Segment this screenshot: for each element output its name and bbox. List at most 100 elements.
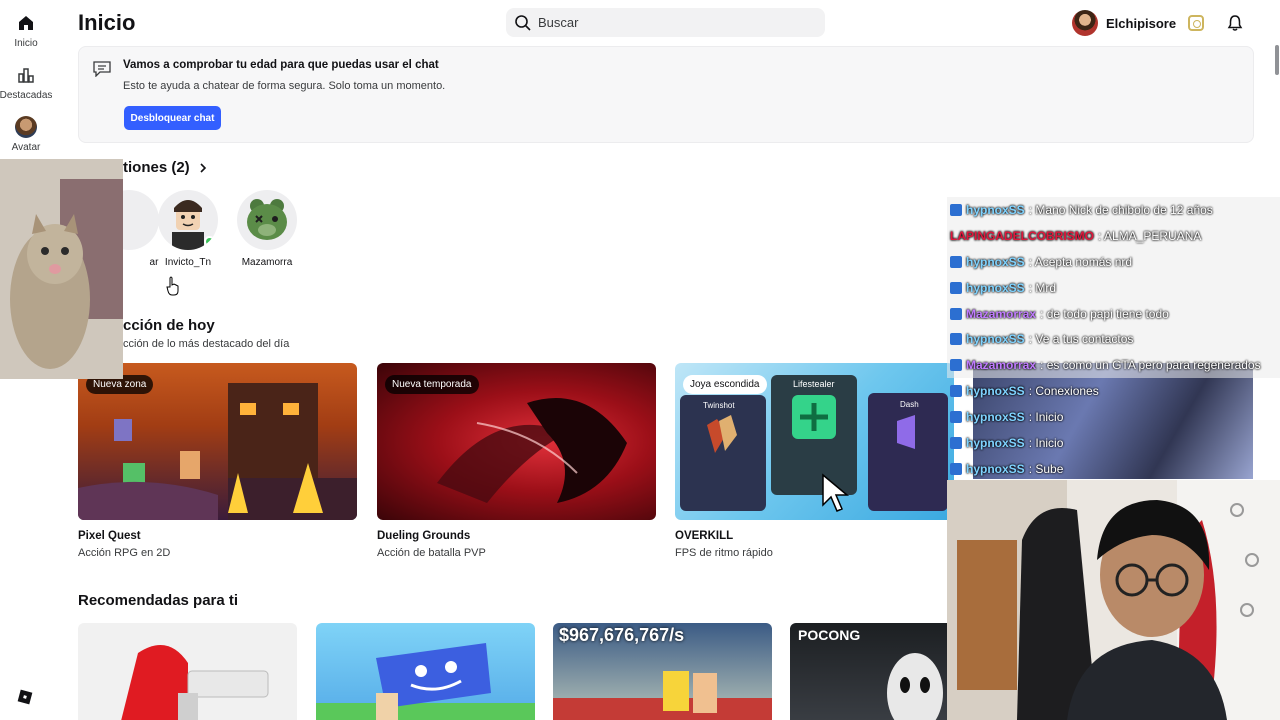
user-menu[interactable]: Elchipisore [1072,10,1205,36]
avatar[interactable] [1072,10,1098,36]
chat-username: hypnoxSS [966,435,1025,450]
game-card-pixel-quest[interactable]: Nueva zona Pixel Quest Acción RPG en 2D [78,363,357,559]
scrollbar[interactable] [1275,45,1279,75]
section-title: tiones (2) [123,159,190,176]
nav-item-home[interactable]: Inicio [0,12,52,49]
home-icon [15,12,37,34]
game-badge: Nueva temporada [385,375,479,394]
chat-text: : es como un GTA pero para regenerados [1040,358,1261,373]
chat-username: hypnoxSS [966,280,1025,295]
game-description: FPS de ritmo rápido [675,547,773,559]
chat-message: Mazamorrax: de todo papi tiene todo [947,300,1280,327]
chat-username: hypnoxSS [966,461,1025,476]
chat-verification-banner: Vamos a comprobar tu edad para que pueda… [78,46,1254,143]
chat-username: hypnoxSS [966,202,1025,217]
game-name[interactable]: Dueling Grounds [377,530,656,542]
nav-item-label: Avatar [11,142,41,153]
chat-message: hypnoxSS: Inicio [947,404,1280,430]
chat-text: : Mano Nick de chibolo de 12 años [1028,202,1213,217]
badge-icon [950,462,962,475]
nav-item-label: Inicio [14,38,38,49]
chat-message: hypnoxSS: Ve a tus contactos [947,326,1280,353]
chat-text: : Ve a tus contactos [1028,332,1134,347]
chat-message: Mazamorrax: es como un GTA pero para reg… [947,352,1280,379]
game-thumbnail[interactable]: Nueva zona [78,363,357,520]
chat-username: Mazamorrax [966,306,1037,321]
badge-icon [950,411,962,424]
chat-username: LAPINGADELCOBRISMO [950,228,1094,243]
badge-icon [950,359,962,372]
game-card[interactable] [316,623,535,720]
section-title: cción de hoy [123,317,215,334]
stream-chat: hypnoxSS: Mano Nick de chibolo de 12 año… [947,197,1280,482]
game-card-overkill[interactable]: Twinshot Lifestealer Dash Joya escondida… [675,363,954,559]
game-card[interactable]: $967,676,767/s [553,623,772,720]
nav-item-avatar[interactable]: Avatar [0,116,52,153]
badge-icon [950,307,962,320]
notification-bell-icon[interactable] [1226,14,1244,32]
search-input[interactable]: Buscar [506,8,825,37]
robux-icon[interactable] [1188,15,1205,31]
chat-message: hypnoxSS: Acepta nomás nrd [947,248,1280,275]
game-card[interactable] [78,623,297,720]
chat-username: hypnoxSS [966,332,1025,347]
chat-text: : ALMA_PERUANA [1098,228,1202,243]
unlock-chat-button[interactable]: Desbloquear chat [124,106,221,130]
search-icon [515,14,531,31]
nav-item-label: Destacadas [0,90,53,101]
chat-text: : Mrd [1028,280,1057,295]
chat-text: : Inicio [1028,410,1064,425]
chat-username: hypnoxSS [966,384,1025,399]
chevron-right-icon [200,162,206,173]
game-name[interactable]: OVERKILL [675,530,954,542]
search-placeholder: Buscar [538,15,579,30]
app-root: Inicio Destacadas Avatar Inicio Buscar E… [0,0,1280,720]
chat-message: hypnoxSS: Mano Nick de chibolo de 12 año… [947,197,1280,223]
chat-message: hypnoxSS: Mrd [947,274,1280,301]
nav-item-charts[interactable]: Destacadas [0,64,52,101]
chat-username: hypnoxSS [966,254,1025,269]
friend-tile[interactable]: Mazamorra [235,190,299,268]
connections-header[interactable]: tiones (2) [123,159,208,176]
chat-text: : de todo papi tiene todo [1040,306,1169,321]
chat-username: hypnoxSS [966,410,1025,425]
game-thumbnail[interactable]: Nueva temporada [377,363,656,520]
game-description: Acción de batalla PVP [377,547,486,559]
banner-title: Vamos a comprobar tu edad para que pueda… [123,59,439,71]
game-badge: Joya escondida [683,375,767,394]
badge-icon [950,385,962,398]
badge-icon [950,203,962,216]
page-title: Inicio [78,10,136,35]
friend-tile[interactable]: Invicto_Tn [156,190,220,268]
game-thumbnail[interactable]: Twinshot Lifestealer Dash Joya escondida [675,363,954,520]
username[interactable]: Elchipisore [1106,16,1176,31]
hand-cursor-icon [166,276,179,296]
roblox-logo-icon[interactable] [17,689,33,705]
chat-bubble-icon [93,61,111,77]
chat-text: : Conexiones [1028,384,1099,399]
section-subtitle: cción de lo más destacado del día [123,338,290,350]
chat-message: hypnoxSS: Conexiones [947,378,1280,404]
chat-text: : Sube [1028,461,1064,476]
avatar [237,190,297,250]
chat-message: hypnoxSS: Sube [947,456,1280,482]
friend-name: Invicto_Tn [164,257,212,268]
game-card-dueling-grounds[interactable]: Nueva temporada Dueling Grounds Acción d… [377,363,656,559]
chat-message: hypnoxSS: Inicio [947,430,1280,456]
section-title: Recomendadas para ti [78,592,239,609]
badge-icon [950,436,962,449]
badge-icon [950,333,962,346]
charts-icon [15,64,37,86]
game-name[interactable]: Pixel Quest [78,530,357,542]
banner-subtitle: Esto te ayuda a chatear de forma segura.… [123,80,446,92]
chat-message: LAPINGADELCOBRISMO : ALMA_PERUANA [947,222,1280,249]
friend-name: Mazamorra [241,257,293,268]
webcam-overlay [0,159,123,379]
webcam-overlay [947,480,1280,720]
badge-icon [950,255,962,268]
badge-icon [950,281,962,294]
online-status-icon [204,236,215,247]
chat-text: : Acepta nomás nrd [1028,254,1133,269]
chat-username: Mazamorrax [966,358,1037,373]
avatar-icon [15,116,37,138]
